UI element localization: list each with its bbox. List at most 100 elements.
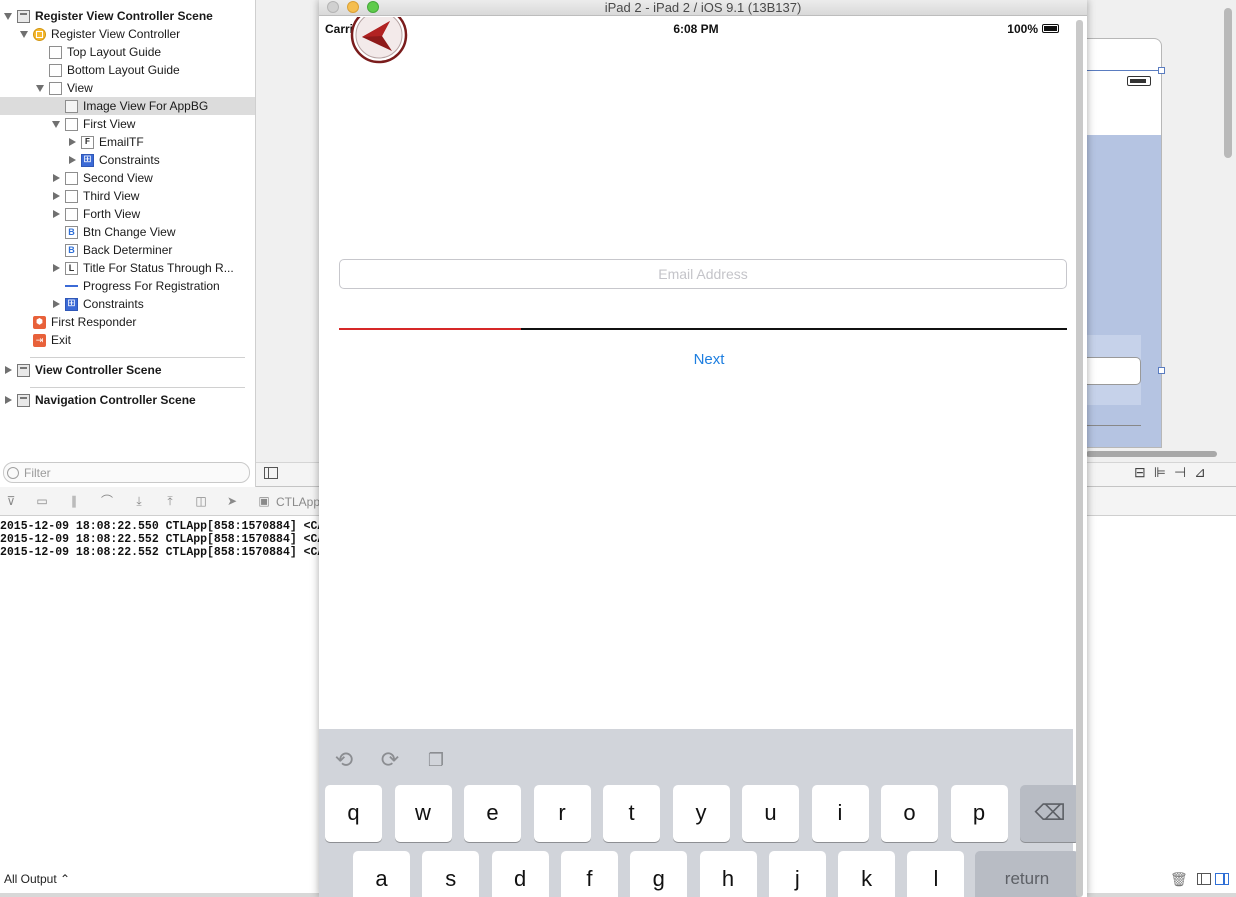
box-icon bbox=[65, 189, 78, 203]
key-u[interactable]: u bbox=[742, 785, 799, 842]
key-k[interactable]: k bbox=[838, 851, 896, 897]
outline-scene-view-controller[interactable]: View Controller Scene bbox=[0, 361, 255, 379]
minimize-button[interactable] bbox=[347, 1, 359, 13]
canvas-horizontal-scrollbar[interactable] bbox=[1086, 451, 1217, 457]
key-h[interactable]: h bbox=[699, 851, 757, 897]
key-p[interactable]: p bbox=[950, 785, 1008, 842]
key-f[interactable]: f bbox=[560, 851, 618, 897]
key-q[interactable]: q bbox=[325, 785, 382, 842]
resize-handle[interactable] bbox=[1158, 367, 1165, 374]
debug-target-label[interactable]: CTLApp bbox=[276, 495, 320, 509]
key-w[interactable]: w bbox=[394, 785, 452, 842]
outline-row[interactable]: Forth View bbox=[0, 205, 255, 223]
outline-row[interactable]: B Back Determiner bbox=[0, 241, 255, 259]
key-l[interactable]: l bbox=[907, 851, 965, 897]
outline-row[interactable]: Top Layout Guide bbox=[0, 43, 255, 61]
disclosure-triangle-icon[interactable] bbox=[51, 263, 61, 273]
outline-row[interactable]: View bbox=[0, 79, 255, 97]
step-out-icon[interactable]: ⤒ bbox=[162, 494, 178, 508]
email-address-field[interactable] bbox=[339, 259, 1067, 289]
resolve-icon[interactable]: ⊿ bbox=[1194, 464, 1206, 481]
outline-row[interactable]: First View bbox=[0, 115, 255, 133]
disclosure-triangle-icon[interactable] bbox=[67, 155, 77, 165]
simulator-title-bar[interactable]: iPad 2 - iPad 2 / iOS 9.1 (13B137) bbox=[319, 0, 1087, 16]
outline-scene-navigation-controller[interactable]: Navigation Controller Scene bbox=[0, 391, 255, 409]
disclosure-triangle-icon[interactable] bbox=[3, 11, 13, 21]
pin-icon[interactable]: ⊣ bbox=[1174, 464, 1186, 481]
ib-scene-preview[interactable] bbox=[1086, 38, 1165, 448]
outline-row[interactable]: ⇥ Exit bbox=[0, 331, 255, 349]
target-icon[interactable]: ▣ bbox=[256, 494, 272, 508]
vc-icon bbox=[33, 27, 46, 41]
key-d[interactable]: d bbox=[491, 851, 549, 897]
simulator-scrollbar[interactable] bbox=[1076, 20, 1083, 897]
hide-debug-icon[interactable]: ⊽ bbox=[3, 494, 19, 508]
zoom-button[interactable] bbox=[367, 1, 379, 13]
canvas-vertical-scrollbar[interactable] bbox=[1224, 8, 1232, 158]
key-i[interactable]: i bbox=[811, 785, 869, 842]
outline-row[interactable]: F EmailTF bbox=[0, 133, 255, 151]
outline-row[interactable]: Third View bbox=[0, 187, 255, 205]
outline-row[interactable]: Register View Controller bbox=[0, 25, 255, 43]
ipad-screen[interactable]: Carrier 6:08 PM 100% Next ⟲ ⟳ ❐ qwertyui… bbox=[319, 17, 1080, 897]
scene-text-field[interactable] bbox=[1086, 357, 1141, 385]
close-button[interactable] bbox=[327, 1, 339, 13]
stack-icon[interactable]: ⊟ bbox=[1134, 464, 1146, 481]
key-j[interactable]: j bbox=[768, 851, 826, 897]
disclosure-triangle-icon[interactable] bbox=[19, 29, 29, 39]
key-t[interactable]: t bbox=[603, 785, 660, 842]
key-e[interactable]: e bbox=[464, 785, 521, 842]
return-key[interactable]: return bbox=[975, 851, 1079, 897]
outline-row[interactable]: L Title For Status Through R... bbox=[0, 259, 255, 277]
step-into-icon[interactable]: ⤓ bbox=[131, 494, 147, 508]
outline-row[interactable]: Bottom Layout Guide bbox=[0, 61, 255, 79]
outline-row[interactable]: ⊞ Constraints bbox=[0, 295, 255, 313]
outline-row[interactable]: Progress For Registration bbox=[0, 277, 255, 295]
resize-handle[interactable] bbox=[1158, 67, 1165, 74]
outline-toggle-icon[interactable] bbox=[264, 467, 278, 479]
output-selector[interactable]: All Output ⌃ bbox=[4, 872, 70, 886]
outline-row-label: Second View bbox=[83, 171, 153, 185]
undo-icon[interactable]: ⟲ bbox=[331, 749, 357, 771]
outline-row[interactable]: Image View For AppBG bbox=[0, 97, 255, 115]
breakpoints-icon[interactable]: ▭ bbox=[34, 494, 50, 508]
variables-view-icon[interactable] bbox=[1197, 873, 1211, 885]
outline-filter-field[interactable]: Filter bbox=[3, 462, 250, 483]
outline-row[interactable]: ⊞ Constraints bbox=[0, 151, 255, 169]
outline-row-label: Bottom Layout Guide bbox=[67, 63, 180, 77]
outline-row[interactable]: B Btn Change View bbox=[0, 223, 255, 241]
redo-icon[interactable]: ⟳ bbox=[377, 749, 403, 771]
paste-icon[interactable]: ❐ bbox=[423, 749, 449, 771]
pause-icon[interactable]: ∥ bbox=[66, 494, 82, 508]
disclosure-triangle-icon[interactable] bbox=[67, 137, 77, 147]
delete-key[interactable]: ⌫ bbox=[1020, 785, 1080, 842]
trash-icon[interactable]: 🗑 bbox=[1170, 871, 1188, 888]
key-y[interactable]: y bbox=[672, 785, 730, 842]
disclosure-triangle-icon[interactable] bbox=[51, 299, 61, 309]
back-arrow-icon[interactable] bbox=[350, 17, 408, 65]
key-g[interactable]: g bbox=[630, 851, 688, 897]
disclosure-triangle-icon[interactable] bbox=[51, 119, 61, 129]
disclosure-triangle-icon[interactable] bbox=[51, 209, 61, 219]
outline-row[interactable]: ⬢ First Responder bbox=[0, 313, 255, 331]
align-icon[interactable]: ⊫ bbox=[1154, 464, 1166, 481]
step-over-icon[interactable]: ⌒ bbox=[99, 494, 115, 508]
outline-row[interactable]: Register View Controller Scene bbox=[0, 7, 255, 25]
outline-row[interactable]: Second View bbox=[0, 169, 255, 187]
disclosure-triangle-icon[interactable] bbox=[35, 83, 45, 93]
disclosure-triangle-icon[interactable] bbox=[3, 395, 13, 405]
key-a[interactable]: a bbox=[353, 851, 410, 897]
disclosure-triangle-icon[interactable] bbox=[51, 191, 61, 201]
key-o[interactable]: o bbox=[881, 785, 938, 842]
view-debugger-icon[interactable]: ◫ bbox=[193, 494, 209, 508]
console-output[interactable]: 2015-12-09 18:08:22.550 CTLApp[858:15708… bbox=[0, 516, 320, 876]
disclosure-triangle-icon[interactable] bbox=[51, 173, 61, 183]
key-s[interactable]: s bbox=[422, 851, 480, 897]
location-icon[interactable]: ➤ bbox=[224, 494, 240, 508]
disclosure-triangle-icon[interactable] bbox=[3, 365, 13, 375]
next-button[interactable]: Next bbox=[649, 349, 769, 369]
scene-label: Navigation Controller Scene bbox=[35, 393, 196, 407]
simulator-window[interactable]: iPad 2 - iPad 2 / iOS 9.1 (13B137) Carri… bbox=[319, 0, 1087, 897]
console-view-icon[interactable] bbox=[1215, 873, 1229, 885]
key-r[interactable]: r bbox=[533, 785, 591, 842]
